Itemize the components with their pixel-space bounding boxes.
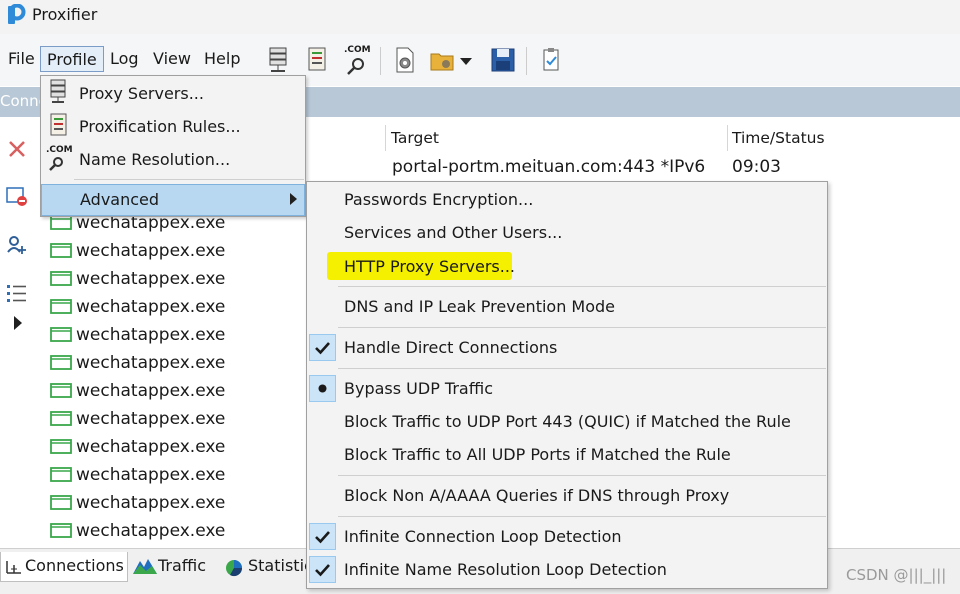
menu-separator [338,475,826,476]
app-window-icon [50,355,72,370]
list-item[interactable]: wechatappex.exe [48,434,298,462]
submenu-item-handle-direct-connections[interactable]: Handle Direct Connections [307,331,827,364]
list-item-label: wechatappex.exe [76,269,226,289]
app-window-icon [50,523,72,538]
list-item-label: wechatappex.exe [76,381,226,401]
submenu-item-http-proxy-servers[interactable]: HTTP Proxy Servers... [307,250,827,283]
add-user-icon[interactable] [4,232,30,258]
submenu-item-dns-and-ip-leak-prevention-mode[interactable]: DNS and IP Leak Prevention Mode [307,290,827,323]
toolbar-separator [526,47,527,75]
tab-traffic[interactable]: Traffic [130,552,220,582]
proxy-servers-toolbar-icon[interactable] [264,45,294,75]
remove-window-icon[interactable] [4,184,30,210]
app-window-icon [50,467,72,482]
column-separator [385,125,386,151]
list-view-icon[interactable] [4,280,30,306]
menu-profile[interactable]: Profile [40,46,104,72]
column-header-target[interactable]: Target [391,127,439,149]
list-item-label: wechatappex.exe [76,521,226,541]
chevron-down-icon[interactable] [460,58,472,65]
list-item[interactable]: wechatappex.exe [48,350,298,378]
list-item[interactable]: wechatappex.exe [48,238,298,266]
tab-connections[interactable]: Connections [0,552,128,582]
column-separator [727,125,728,151]
list-item-label: wechatappex.exe [76,241,226,261]
submenu-item-block-traffic-to-all-udp-ports-if-matched-the-rule[interactable]: Block Traffic to All UDP Ports if Matche… [307,438,827,471]
menu-separator [338,516,826,517]
menu-item-advanced[interactable]: Advanced [41,184,305,216]
list-item-label: wechatappex.exe [76,493,226,513]
menu-help[interactable]: Help [198,46,246,72]
open-folder-toolbar-icon[interactable] [428,45,458,75]
app-window-icon [50,271,72,286]
menu-item-proxification-rules[interactable]: Proxification Rules... [41,110,305,143]
connections-icon [6,561,21,574]
app-window-icon [50,383,72,398]
list-item[interactable]: wechatappex.exe [48,518,298,546]
menu-separator [338,368,826,369]
submenu-item-bypass-udp-traffic[interactable]: Bypass UDP Traffic [307,372,827,405]
menu-file[interactable]: File [2,46,41,72]
submenu-item-infinite-name-resolution-loop-detection[interactable]: Infinite Name Resolution Loop Detection [307,553,827,586]
check-profile-toolbar-icon[interactable] [536,45,566,75]
list-item-label: wechatappex.exe [76,325,226,345]
list-item[interactable]: wechatappex.exe [48,322,298,350]
app-window-icon [50,215,72,230]
menu-item-name-resolution[interactable]: Name Resolution... [41,143,305,176]
app-window-icon [50,299,72,314]
rules-toolbar-icon[interactable] [302,45,332,75]
list-item[interactable]: wechatappex.exe [48,490,298,518]
title-bar [0,0,960,34]
list-item[interactable]: wechatappex.exe [48,294,298,322]
submenu-item-infinite-connection-loop-detection[interactable]: Infinite Connection Loop Detection [307,520,827,553]
watermark: CSDN @|||_||| [846,566,947,584]
app-window-icon [50,495,72,510]
list-item[interactable]: wechatappex.exe [48,406,298,434]
list-item-label: wechatappex.exe [76,465,226,485]
list-item-label: wechatappex.exe [76,409,226,429]
tab-connections-label: Connections [25,556,124,575]
list-item-label: wechatappex.exe [76,297,226,317]
list-item-label: wechatappex.exe [76,437,226,457]
traffic-chart-icon [133,559,157,574]
expand-arrow-icon[interactable] [14,316,22,330]
save-toolbar-icon[interactable] [488,45,518,75]
menu-item-proxy-servers[interactable]: Proxy Servers... [41,77,305,110]
new-profile-toolbar-icon[interactable] [390,45,420,75]
name-resolution-toolbar-icon[interactable]: .COM [342,45,372,75]
list-item[interactable]: wechatappex.exe [48,462,298,490]
window-title: Proxifier [32,5,98,24]
list-item-label: wechatappex.exe [76,353,226,373]
menu-separator [338,327,826,328]
submenu-item-block-traffic-to-udp-port-443-quic-if-matched-the-rule[interactable]: Block Traffic to UDP Port 443 (QUIC) if … [307,405,827,438]
tab-traffic-label: Traffic [158,556,207,575]
column-header-time-status[interactable]: Time/Status [732,127,825,149]
menu-view[interactable]: View [147,46,197,72]
submenu-arrow-icon [290,193,297,205]
first-row-time: 09:03 [732,157,781,177]
menu-separator [74,179,304,180]
toolbar-separator [380,47,381,75]
list-item[interactable]: wechatappex.exe [48,378,298,406]
list-item[interactable]: wechatappex.exe [48,266,298,294]
menu-log[interactable]: Log [104,46,145,72]
close-connection-icon[interactable] [4,136,30,162]
app-window-icon [50,327,72,342]
submenu-item-passwords-encryption[interactable]: Passwords Encryption... [307,183,827,216]
pie-chart-icon [226,560,243,577]
submenu-item-services-and-other-users[interactable]: Services and Other Users... [307,216,827,249]
app-window-icon [50,411,72,426]
tab-statistics-label: Statistic [248,556,313,575]
first-row-target: portal-portm.meituan.com:443 *IPv6 [392,157,706,177]
submenu-item-block-non-a-aaaa-queries-if-dns-through-proxy[interactable]: Block Non A/AAAA Queries if DNS through … [307,479,827,512]
app-window-icon [50,243,72,258]
proxifier-logo-icon [6,3,26,26]
app-window-icon [50,439,72,454]
menu-separator [338,286,826,287]
